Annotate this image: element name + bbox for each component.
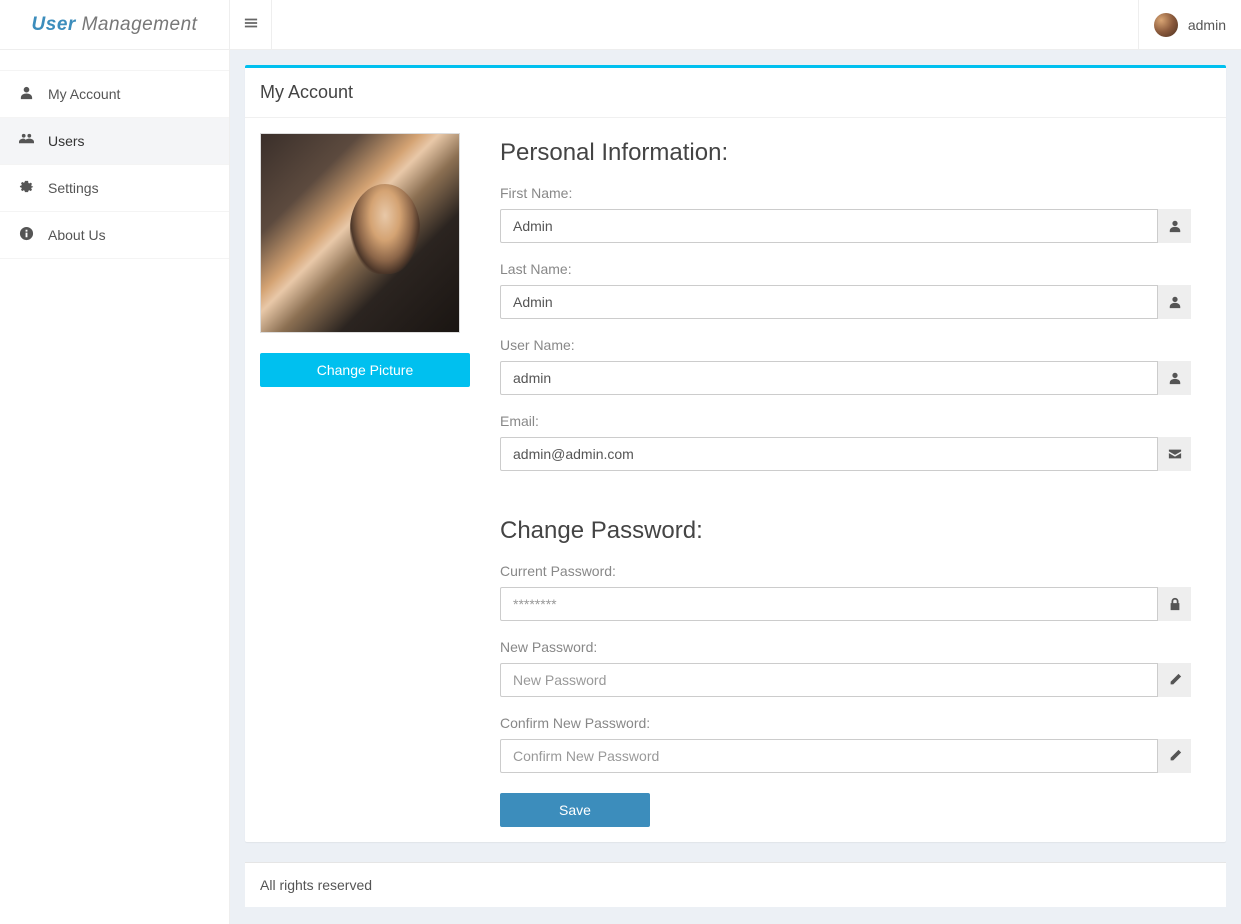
user-name-input[interactable] [500, 361, 1191, 395]
main-content: My Account Change Picture Personal Infor… [230, 50, 1241, 924]
user-icon [1157, 209, 1191, 243]
first-name-label: First Name: [500, 185, 1191, 201]
users-icon [18, 132, 34, 150]
confirm-password-label: Confirm New Password: [500, 715, 1191, 731]
info-icon [18, 226, 34, 244]
username-label: admin [1188, 17, 1226, 33]
sidebar-item-users[interactable]: Users [0, 118, 229, 165]
user-icon [1157, 285, 1191, 319]
user-name-label: User Name: [500, 337, 1191, 353]
sidebar-item-about[interactable]: About Us [0, 212, 229, 259]
logo[interactable]: User Management [0, 0, 230, 49]
page-title: My Account [245, 68, 1226, 118]
user-icon [18, 85, 34, 103]
sidebar-item-settings[interactable]: Settings [0, 165, 229, 212]
current-password-input[interactable] [500, 587, 1191, 621]
my-account-panel: My Account Change Picture Personal Infor… [245, 65, 1226, 842]
sidebar-item-label: Users [48, 133, 85, 149]
change-password-heading: Change Password: [500, 517, 1191, 545]
footer-text: All rights reserved [260, 877, 372, 893]
sidebar-item-my-account[interactable]: My Account [0, 70, 229, 118]
new-password-input[interactable] [500, 663, 1191, 697]
envelope-icon [1157, 437, 1191, 471]
personal-info-heading: Personal Information: [500, 139, 1191, 167]
logo-management: Management [82, 14, 198, 35]
avatar-icon [1154, 13, 1178, 37]
email-input[interactable] [500, 437, 1191, 471]
gear-icon [18, 179, 34, 197]
pencil-icon [1157, 739, 1191, 773]
email-label: Email: [500, 413, 1191, 429]
sidebar: My Account Users Settings About Us [0, 50, 230, 924]
top-header: User Management admin [0, 0, 1241, 50]
last-name-input[interactable] [500, 285, 1191, 319]
logo-user: User [32, 14, 76, 35]
profile-picture [260, 133, 460, 333]
sidebar-item-label: Settings [48, 180, 99, 196]
first-name-input[interactable] [500, 209, 1191, 243]
user-menu[interactable]: admin [1138, 0, 1241, 49]
sidebar-item-label: My Account [48, 86, 120, 102]
footer: All rights reserved [245, 862, 1226, 907]
hamburger-icon [244, 16, 258, 33]
last-name-label: Last Name: [500, 261, 1191, 277]
new-password-label: New Password: [500, 639, 1191, 655]
lock-icon [1157, 587, 1191, 621]
pencil-icon [1157, 663, 1191, 697]
user-icon [1157, 361, 1191, 395]
current-password-label: Current Password: [500, 563, 1191, 579]
header-spacer [272, 0, 1138, 49]
confirm-password-input[interactable] [500, 739, 1191, 773]
sidebar-toggle-button[interactable] [230, 0, 272, 49]
change-picture-button[interactable]: Change Picture [260, 353, 470, 387]
sidebar-item-label: About Us [48, 227, 106, 243]
save-button[interactable]: Save [500, 793, 650, 827]
